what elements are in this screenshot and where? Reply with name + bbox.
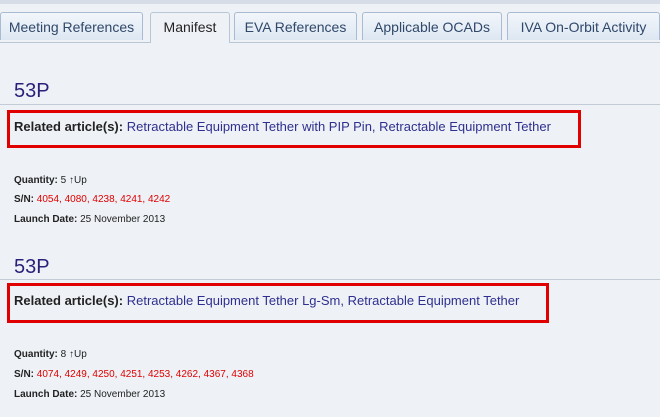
tab-iva-on-orbit-activity[interactable]: IVA On-Orbit Activity — [507, 12, 660, 40]
section-divider — [0, 279, 660, 280]
serial-number-values[interactable]: 4054, 4080, 4238, 4241, 4242 — [37, 194, 170, 205]
tab-meeting-references[interactable]: Meeting References — [0, 12, 143, 40]
related-articles-link[interactable]: Retractable Equipment Tether with PIP Pi… — [127, 119, 551, 134]
launch-date-label: Launch Date: — [14, 214, 78, 225]
quantity-row: Quantity: 8 ↑Up — [14, 349, 87, 360]
quantity-label: Quantity: — [14, 175, 58, 186]
quantity-label: Quantity: — [14, 349, 58, 360]
top-border — [0, 0, 660, 4]
launch-date-value: 25 November 2013 — [80, 214, 166, 225]
quantity-row: Quantity: 5 ↑Up — [14, 175, 87, 186]
tab-eva-references[interactable]: EVA References — [234, 12, 357, 40]
section-title: 53P — [14, 256, 50, 278]
related-articles-label: Related article(s): — [14, 119, 124, 134]
launch-date-label: Launch Date: — [14, 389, 78, 400]
quantity-value: 8 ↑Up — [60, 349, 87, 360]
serial-number-label: S/N: — [14, 369, 34, 380]
serial-number-row: S/N: 4054, 4080, 4238, 4241, 4242 — [14, 194, 170, 205]
serial-number-row: S/N: 4074, 4249, 4250, 4251, 4253, 4262,… — [14, 369, 254, 380]
related-articles-label: Related article(s): — [14, 293, 124, 308]
serial-number-label: S/N: — [14, 194, 34, 205]
section-divider — [0, 104, 660, 105]
related-articles: Related article(s): Retractable Equipmen… — [14, 293, 519, 308]
serial-number-values[interactable]: 4074, 4249, 4250, 4251, 4253, 4262, 4367… — [37, 369, 254, 380]
tab-applicable-ocads[interactable]: Applicable OCADs — [362, 12, 502, 40]
section-title: 53P — [14, 80, 50, 102]
launch-date-value: 25 November 2013 — [80, 389, 166, 400]
tab-manifest[interactable]: Manifest — [150, 12, 230, 43]
launch-date-row: Launch Date: 25 November 2013 — [14, 389, 165, 400]
related-articles-link[interactable]: Retractable Equipment Tether Lg-Sm, Retr… — [127, 293, 520, 308]
quantity-value: 5 ↑Up — [60, 175, 87, 186]
related-articles: Related article(s): Retractable Equipmen… — [14, 119, 551, 134]
launch-date-row: Launch Date: 25 November 2013 — [14, 214, 165, 225]
tab-bar: Meeting References Manifest EVA Referenc… — [0, 12, 660, 43]
